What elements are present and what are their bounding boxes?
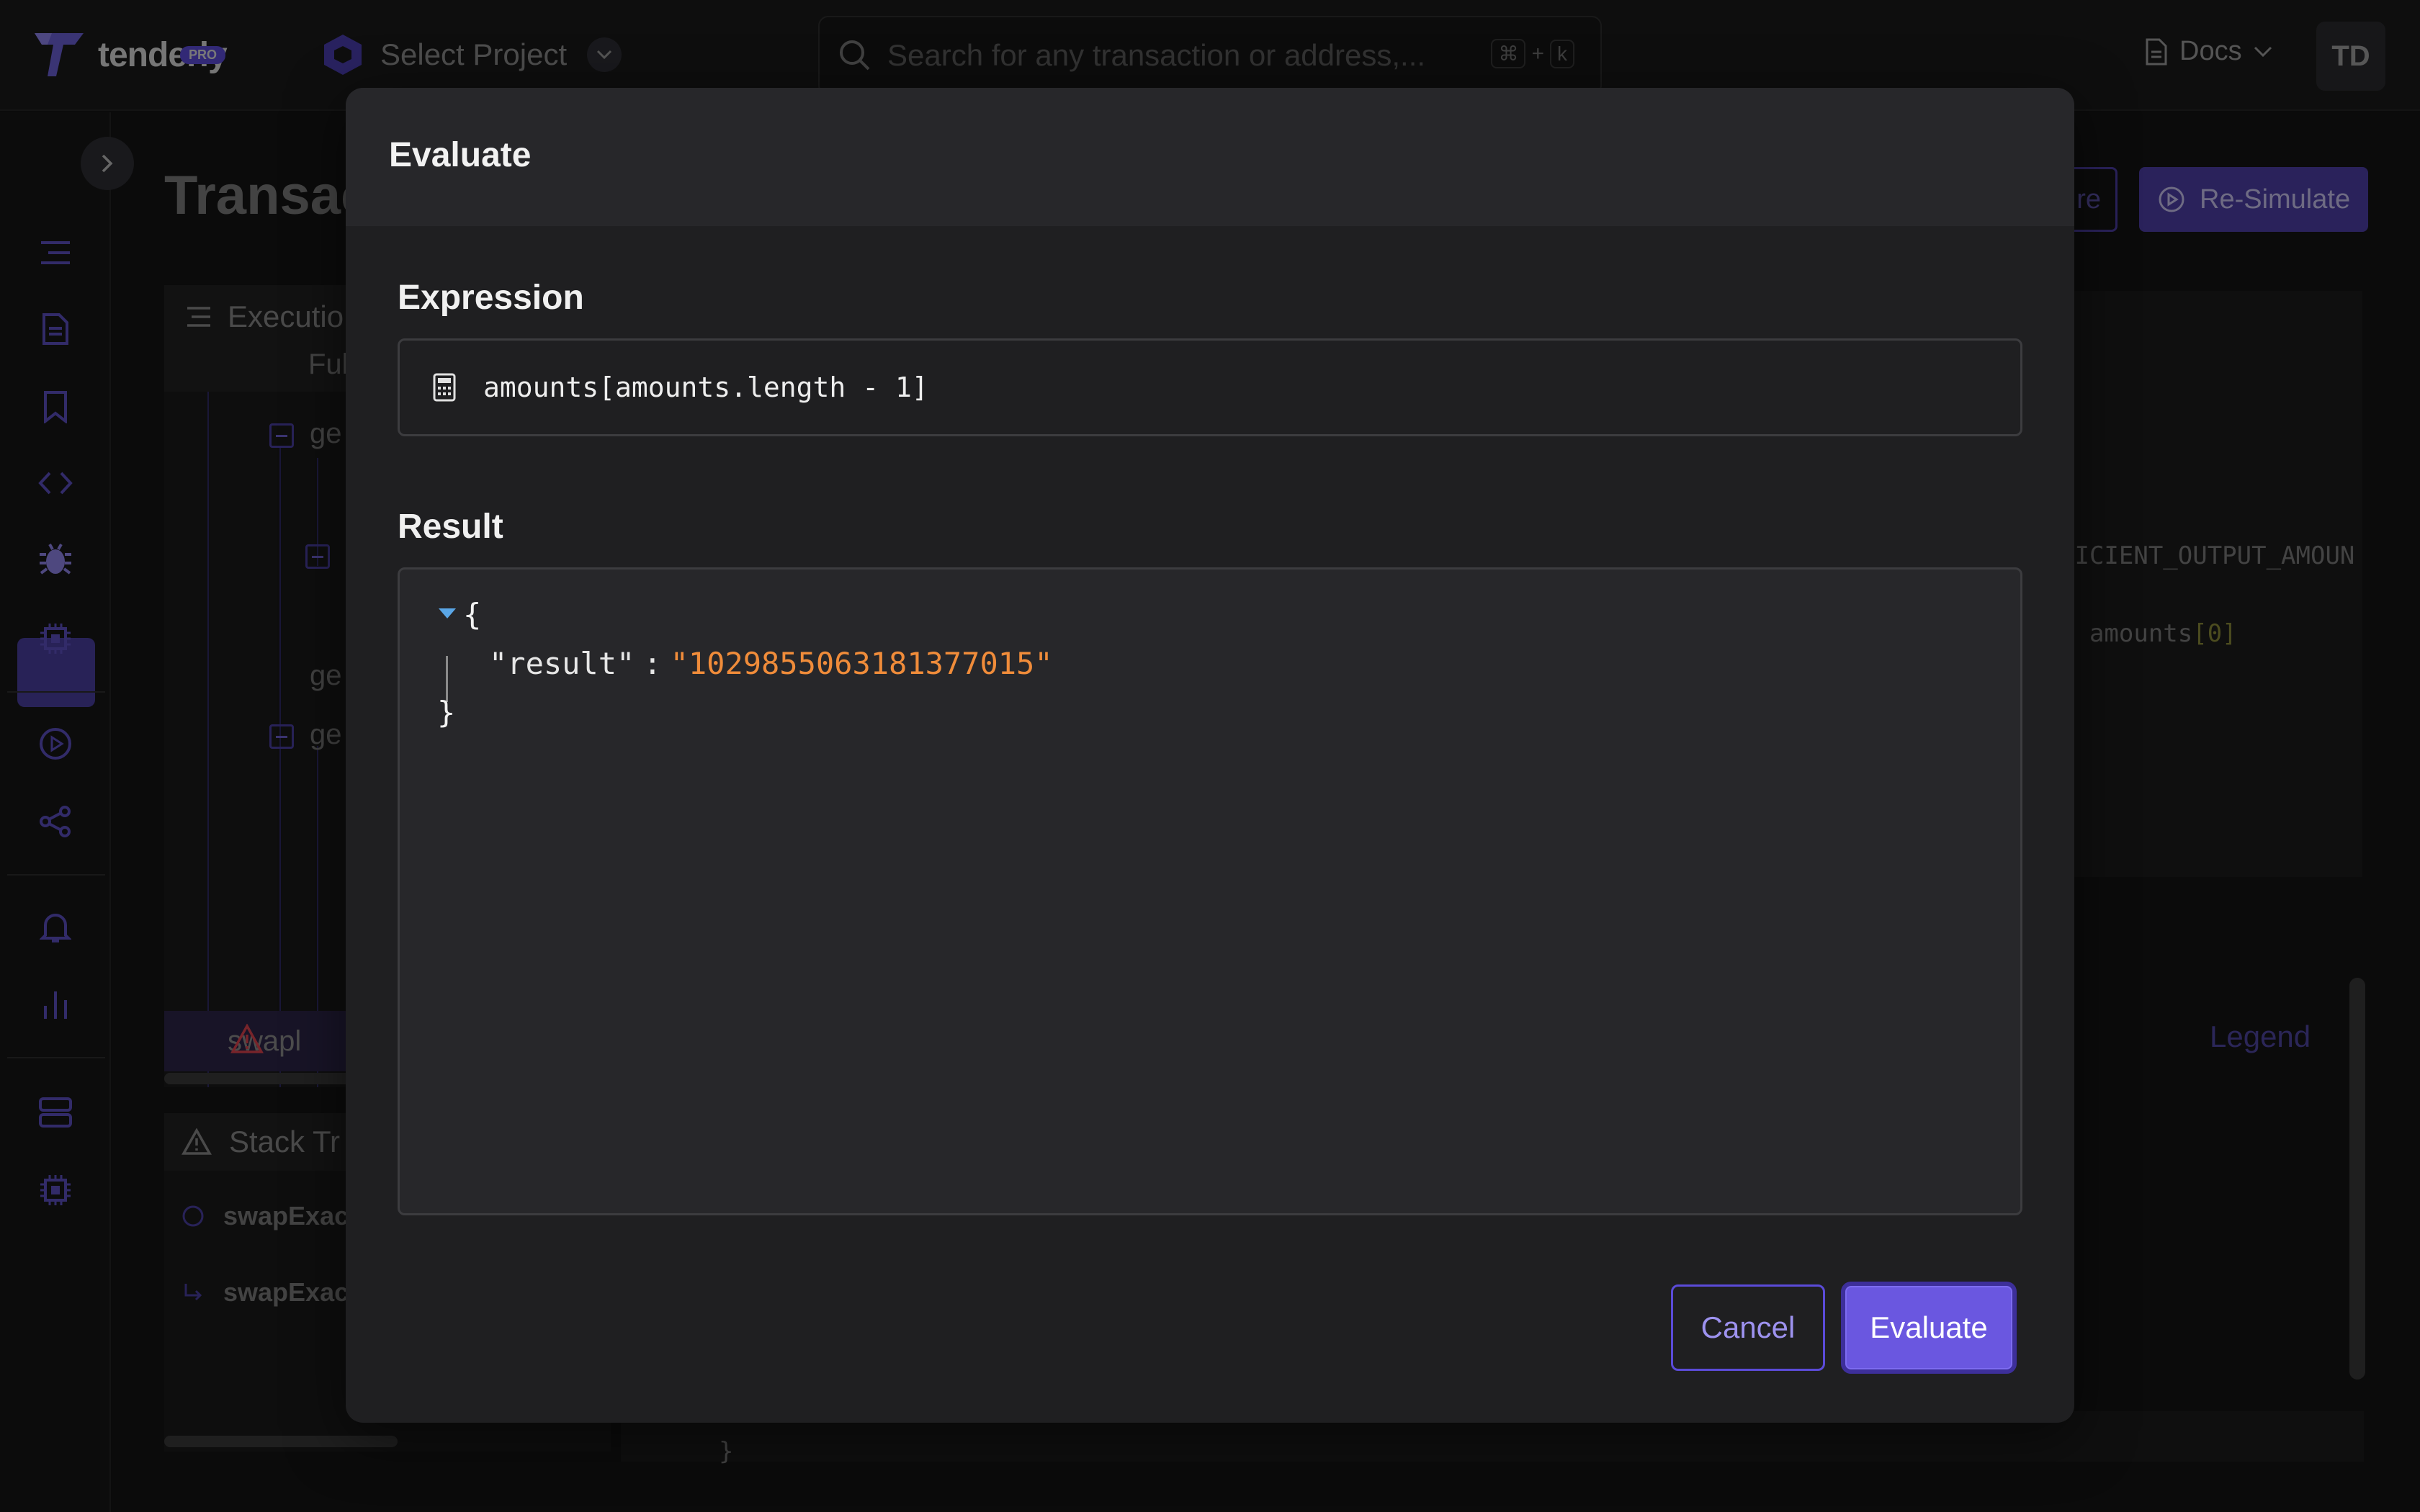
- result-json-viewer: { "result": "1029855063181377015" }: [398, 567, 2022, 1215]
- json-entry: "result": "1029855063181377015": [489, 646, 1053, 681]
- expression-input[interactable]: amounts[amounts.length - 1]: [398, 338, 2022, 436]
- evaluate-button[interactable]: Evaluate: [1841, 1282, 2017, 1374]
- calculator-icon: [433, 373, 456, 402]
- dialog-header: Evaluate: [346, 88, 2074, 226]
- expression-label: Expression: [398, 279, 584, 317]
- expression-value: amounts[amounts.length - 1]: [483, 372, 928, 403]
- result-label: Result: [398, 508, 503, 546]
- json-value: "1029855063181377015": [670, 646, 1053, 681]
- json-open-brace: {: [463, 597, 482, 632]
- json-close-brace: }: [437, 695, 456, 730]
- json-colon: :: [643, 646, 662, 681]
- cancel-button[interactable]: Cancel: [1671, 1284, 1825, 1371]
- caret-down-icon[interactable]: [439, 608, 456, 618]
- evaluate-dialog: Evaluate Expression amounts[amounts.leng…: [346, 88, 2074, 1423]
- json-key: "result": [489, 646, 635, 681]
- dialog-title: Evaluate: [389, 136, 532, 174]
